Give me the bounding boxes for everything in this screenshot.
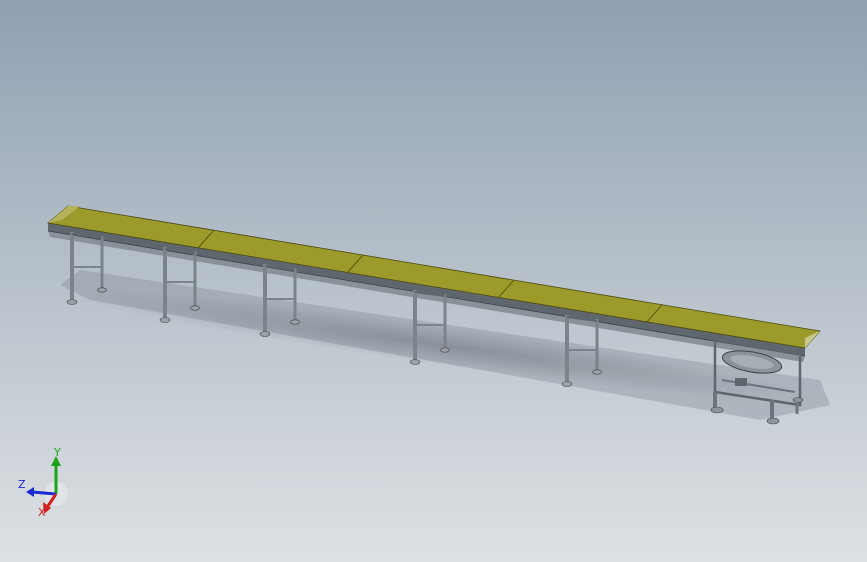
z-axis-arrow (31, 490, 57, 496)
graphics-viewport[interactable]: Y Z X (0, 0, 867, 562)
z-axis-label: Z (18, 478, 26, 491)
y-axis-label: Y (53, 446, 61, 459)
conveyor-model[interactable] (0, 0, 867, 562)
axis-triad: Y Z X (18, 446, 68, 519)
x-axis-label: X (38, 506, 46, 519)
